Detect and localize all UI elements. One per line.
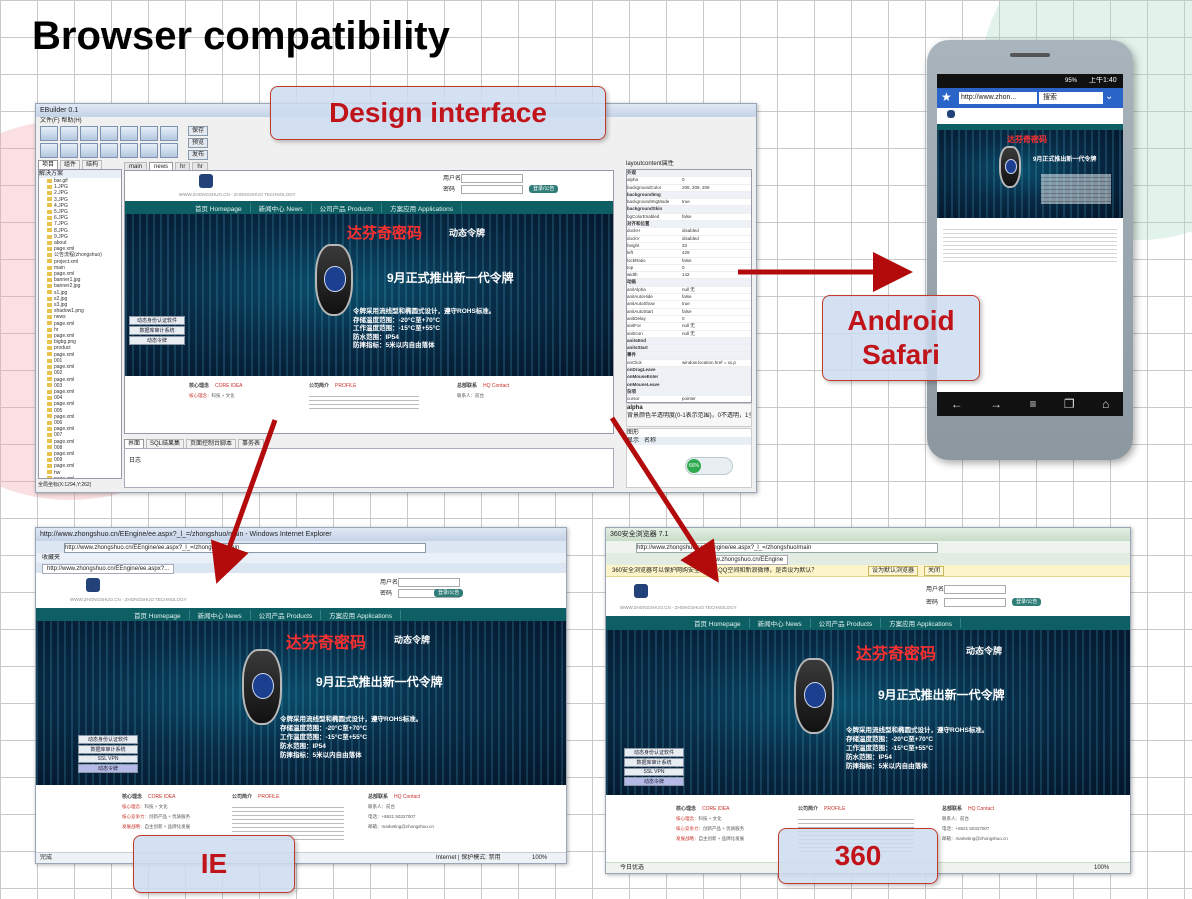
callout-ie: IE — [133, 835, 295, 893]
callout-android-line1: Android — [847, 305, 955, 336]
callout-android-line2: Safari — [862, 339, 940, 370]
arrow-to-ie — [210, 419, 278, 584]
callout-design-interface: Design interface — [270, 86, 606, 140]
arrow-to-360 — [609, 416, 719, 583]
callout-ie-text: IE — [200, 848, 228, 879]
callout-design-text: Design interface — [329, 97, 547, 128]
callout-android-safari: Android Safari — [822, 295, 980, 381]
callout-360-text: 360 — [834, 840, 882, 871]
callout-360: 360 — [778, 828, 938, 884]
